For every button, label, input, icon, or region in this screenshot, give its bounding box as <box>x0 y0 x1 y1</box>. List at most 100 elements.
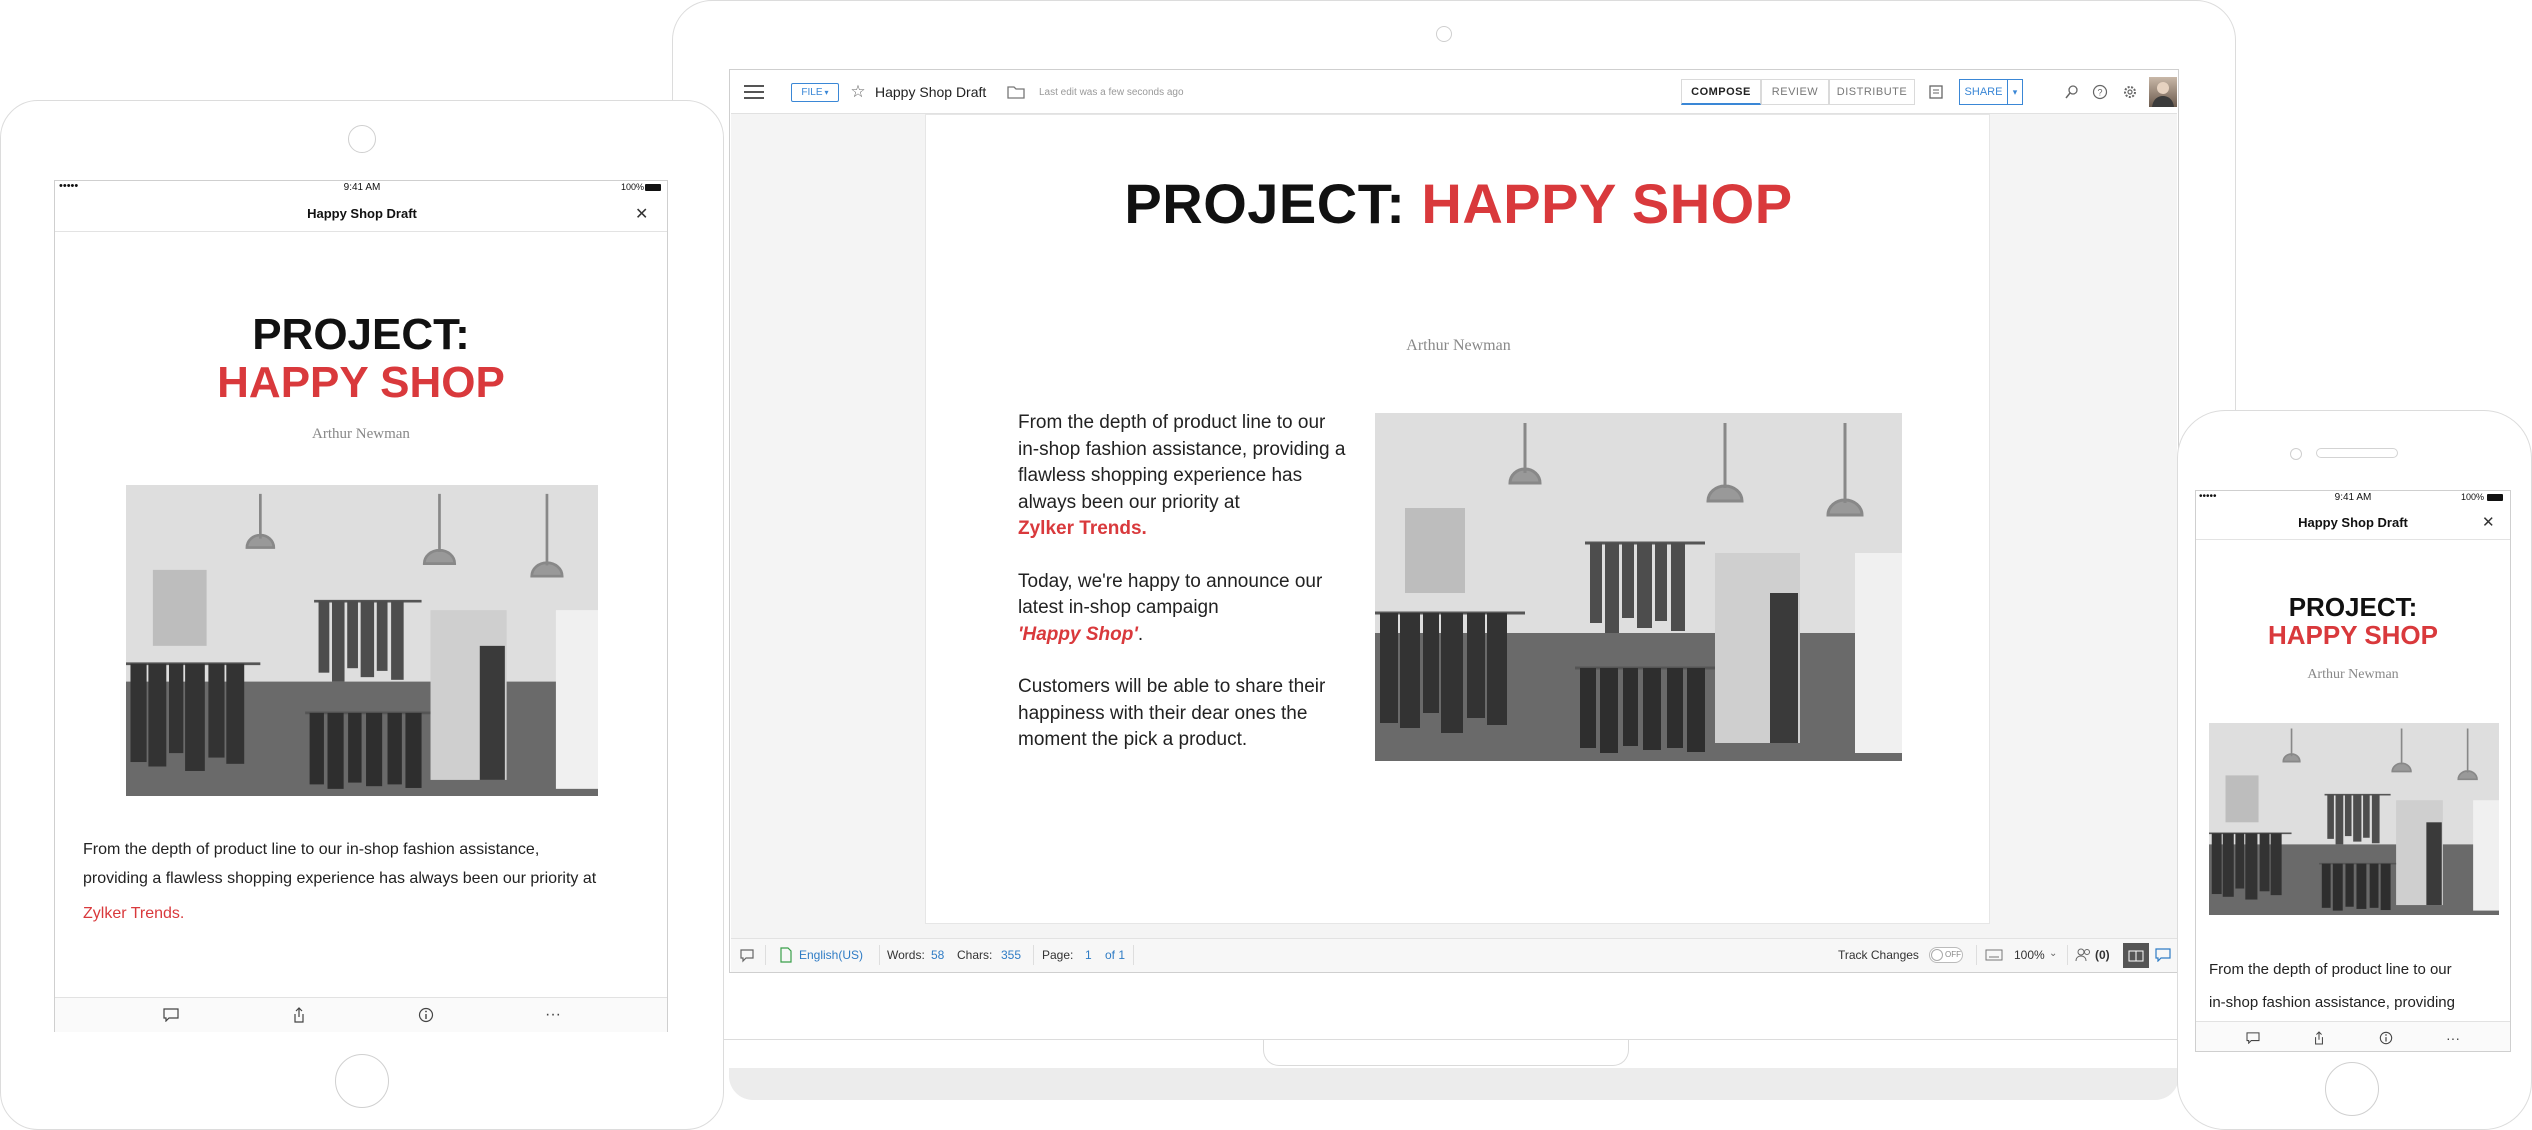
present-icon[interactable] <box>1923 79 1949 105</box>
more-icon[interactable]: ··· <box>2446 1030 2460 1046</box>
file-menu-button[interactable]: FILE ▾ <box>791 83 839 102</box>
zoom-level[interactable]: 100% <box>2014 948 2045 962</box>
close-icon[interactable]: ✕ <box>635 204 648 224</box>
language-icon <box>779 947 793 966</box>
more-icon[interactable]: ··· <box>545 1006 561 1024</box>
page-number[interactable]: 1 <box>1085 948 1092 962</box>
author-name: Arthur Newman <box>1406 337 1511 354</box>
comment-icon[interactable] <box>739 947 755 966</box>
header-title: Happy Shop Draft <box>2298 515 2408 530</box>
chat-icon[interactable] <box>2155 948 2171 965</box>
chars-label: Chars: <box>957 948 993 962</box>
phone-home-button <box>2325 1062 2379 1116</box>
author-name: Arthur Newman <box>2307 667 2399 682</box>
info-icon[interactable] <box>2379 1031 2393 1045</box>
bottom-toolbar: ··· <box>2196 1021 2510 1051</box>
phone-speaker <box>2290 448 2302 460</box>
track-changes-toggle[interactable]: OFF <box>1929 947 1963 963</box>
language-selector[interactable]: English(US) <box>799 948 863 962</box>
title-highlight: HAPPY SHOP <box>2267 620 2438 650</box>
page-title: PROJECT: HAPPY SHOP <box>926 171 1991 236</box>
comment-icon[interactable] <box>163 1008 179 1022</box>
file-menu-label: FILE <box>801 87 823 98</box>
divider <box>2067 945 2068 965</box>
chevron-down-icon: ▾ <box>824 88 829 97</box>
laptop-camera <box>1436 26 1452 42</box>
track-changes-label: Track Changes <box>1838 948 1919 962</box>
title-prefix: PROJECT: <box>252 310 470 359</box>
star-icon[interactable]: ☆ <box>845 79 871 105</box>
status-time: 9:41 AM <box>343 182 381 193</box>
svg-text:?: ? <box>2097 88 2102 98</box>
document-page[interactable]: PROJECT: HAPPY SHOP Arthur Newman From t… <box>925 114 1990 924</box>
chevron-down-icon[interactable]: ▾ <box>2008 80 2022 104</box>
phone-earpiece <box>2316 448 2398 458</box>
share-button[interactable]: SHARE ▾ <box>1959 79 2023 105</box>
header-title: Happy Shop Draft <box>307 206 417 221</box>
words-count: 58 <box>931 948 945 962</box>
info-icon[interactable] <box>418 1007 434 1023</box>
chars-count: 355 <box>1001 948 1022 962</box>
page-title: PROJECT: HAPPY SHOP <box>55 311 667 407</box>
share-label: SHARE <box>1960 80 2008 104</box>
paragraph-2: Today, we're happy to announce our lates… <box>1018 570 1323 645</box>
highlight-text: Zylker Trends. <box>83 905 185 922</box>
laptop-notch <box>1263 1040 1629 1066</box>
collaborators-icon[interactable] <box>2075 947 2093 966</box>
tab-distribute[interactable]: DISTRIBUTE <box>1829 79 1915 105</box>
title-prefix: PROJECT: <box>2288 592 2418 622</box>
document-name[interactable]: Happy Shop Draft <box>875 84 986 100</box>
share-icon[interactable] <box>2313 1031 2325 1045</box>
folder-icon[interactable] <box>1003 79 1029 105</box>
share-icon[interactable] <box>292 1007 306 1023</box>
page-label: Page: <box>1042 948 1074 962</box>
header-divider <box>2196 539 2510 540</box>
help-icon[interactable]: ? <box>2087 79 2113 105</box>
toggle-knob <box>1931 949 1943 961</box>
comment-icon[interactable] <box>2246 1032 2260 1044</box>
tab-review[interactable]: REVIEW <box>1761 79 1829 105</box>
battery-icon <box>2487 494 2503 501</box>
paragraph-1: From the depth of product line to our in… <box>1018 412 1346 539</box>
battery-icon <box>645 184 661 191</box>
tablet-camera <box>348 125 376 153</box>
divider <box>879 945 880 965</box>
chevron-down-icon[interactable]: ⌄ <box>2049 948 2057 959</box>
store-photo <box>1375 413 1902 761</box>
keyboard-icon[interactable] <box>1985 948 2003 965</box>
divider <box>765 945 766 965</box>
store-photo <box>2209 723 2499 915</box>
battery-level: 100% <box>2461 492 2485 502</box>
author-name: Arthur Newman <box>312 426 410 442</box>
paragraph-1: From the depth of product line to our in… <box>83 835 653 928</box>
laptop-base <box>729 1068 2179 1100</box>
header-divider <box>55 231 667 232</box>
phone-screen: ••••• 9:41 AM 100% Happy Shop Draft ✕ PR… <box>2195 490 2511 1052</box>
toggle-state: OFF <box>1945 950 1961 959</box>
tab-compose[interactable]: COMPOSE <box>1681 79 1761 105</box>
title-highlight: HAPPY SHOP <box>1421 172 1793 235</box>
bottom-toolbar: ··· <box>55 997 667 1032</box>
divider <box>1033 945 1034 965</box>
tablet-screen: ••••• 9:41 AM 100% Happy Shop Draft ✕ PR… <box>54 180 668 1032</box>
close-icon[interactable]: ✕ <box>2482 513 2495 531</box>
title-highlight: HAPPY SHOP <box>217 358 505 407</box>
layout-view-icon[interactable] <box>2123 943 2149 968</box>
last-edit-status: Last edit was a few seconds ago <box>1039 87 1184 98</box>
find-replace-icon[interactable] <box>2059 79 2085 105</box>
body-column: From the depth of product line to our in… <box>1018 410 1348 780</box>
tablet-home-button <box>335 1054 389 1108</box>
avatar[interactable] <box>2149 77 2177 107</box>
paragraph-1: From the depth of product line to our in… <box>2209 961 2455 1011</box>
status-bar: English(US) Words: 58 Chars: 355 Page: 1… <box>731 938 2177 972</box>
collaborators-count: (0) <box>2095 948 2110 962</box>
divider <box>1976 945 1977 965</box>
editor-toolbar: FILE ▾ ☆ Happy Shop Draft Last edit was … <box>731 71 2177 114</box>
page-title: PROJECT: HAPPY SHOP <box>2196 593 2510 649</box>
menu-icon[interactable] <box>741 79 767 105</box>
battery-level: 100% <box>621 182 645 192</box>
divider <box>1133 945 1134 965</box>
store-photo <box>126 485 598 796</box>
gear-icon[interactable] <box>2117 79 2143 105</box>
paragraph-3: Customers will be able to share their ha… <box>1018 676 1326 750</box>
